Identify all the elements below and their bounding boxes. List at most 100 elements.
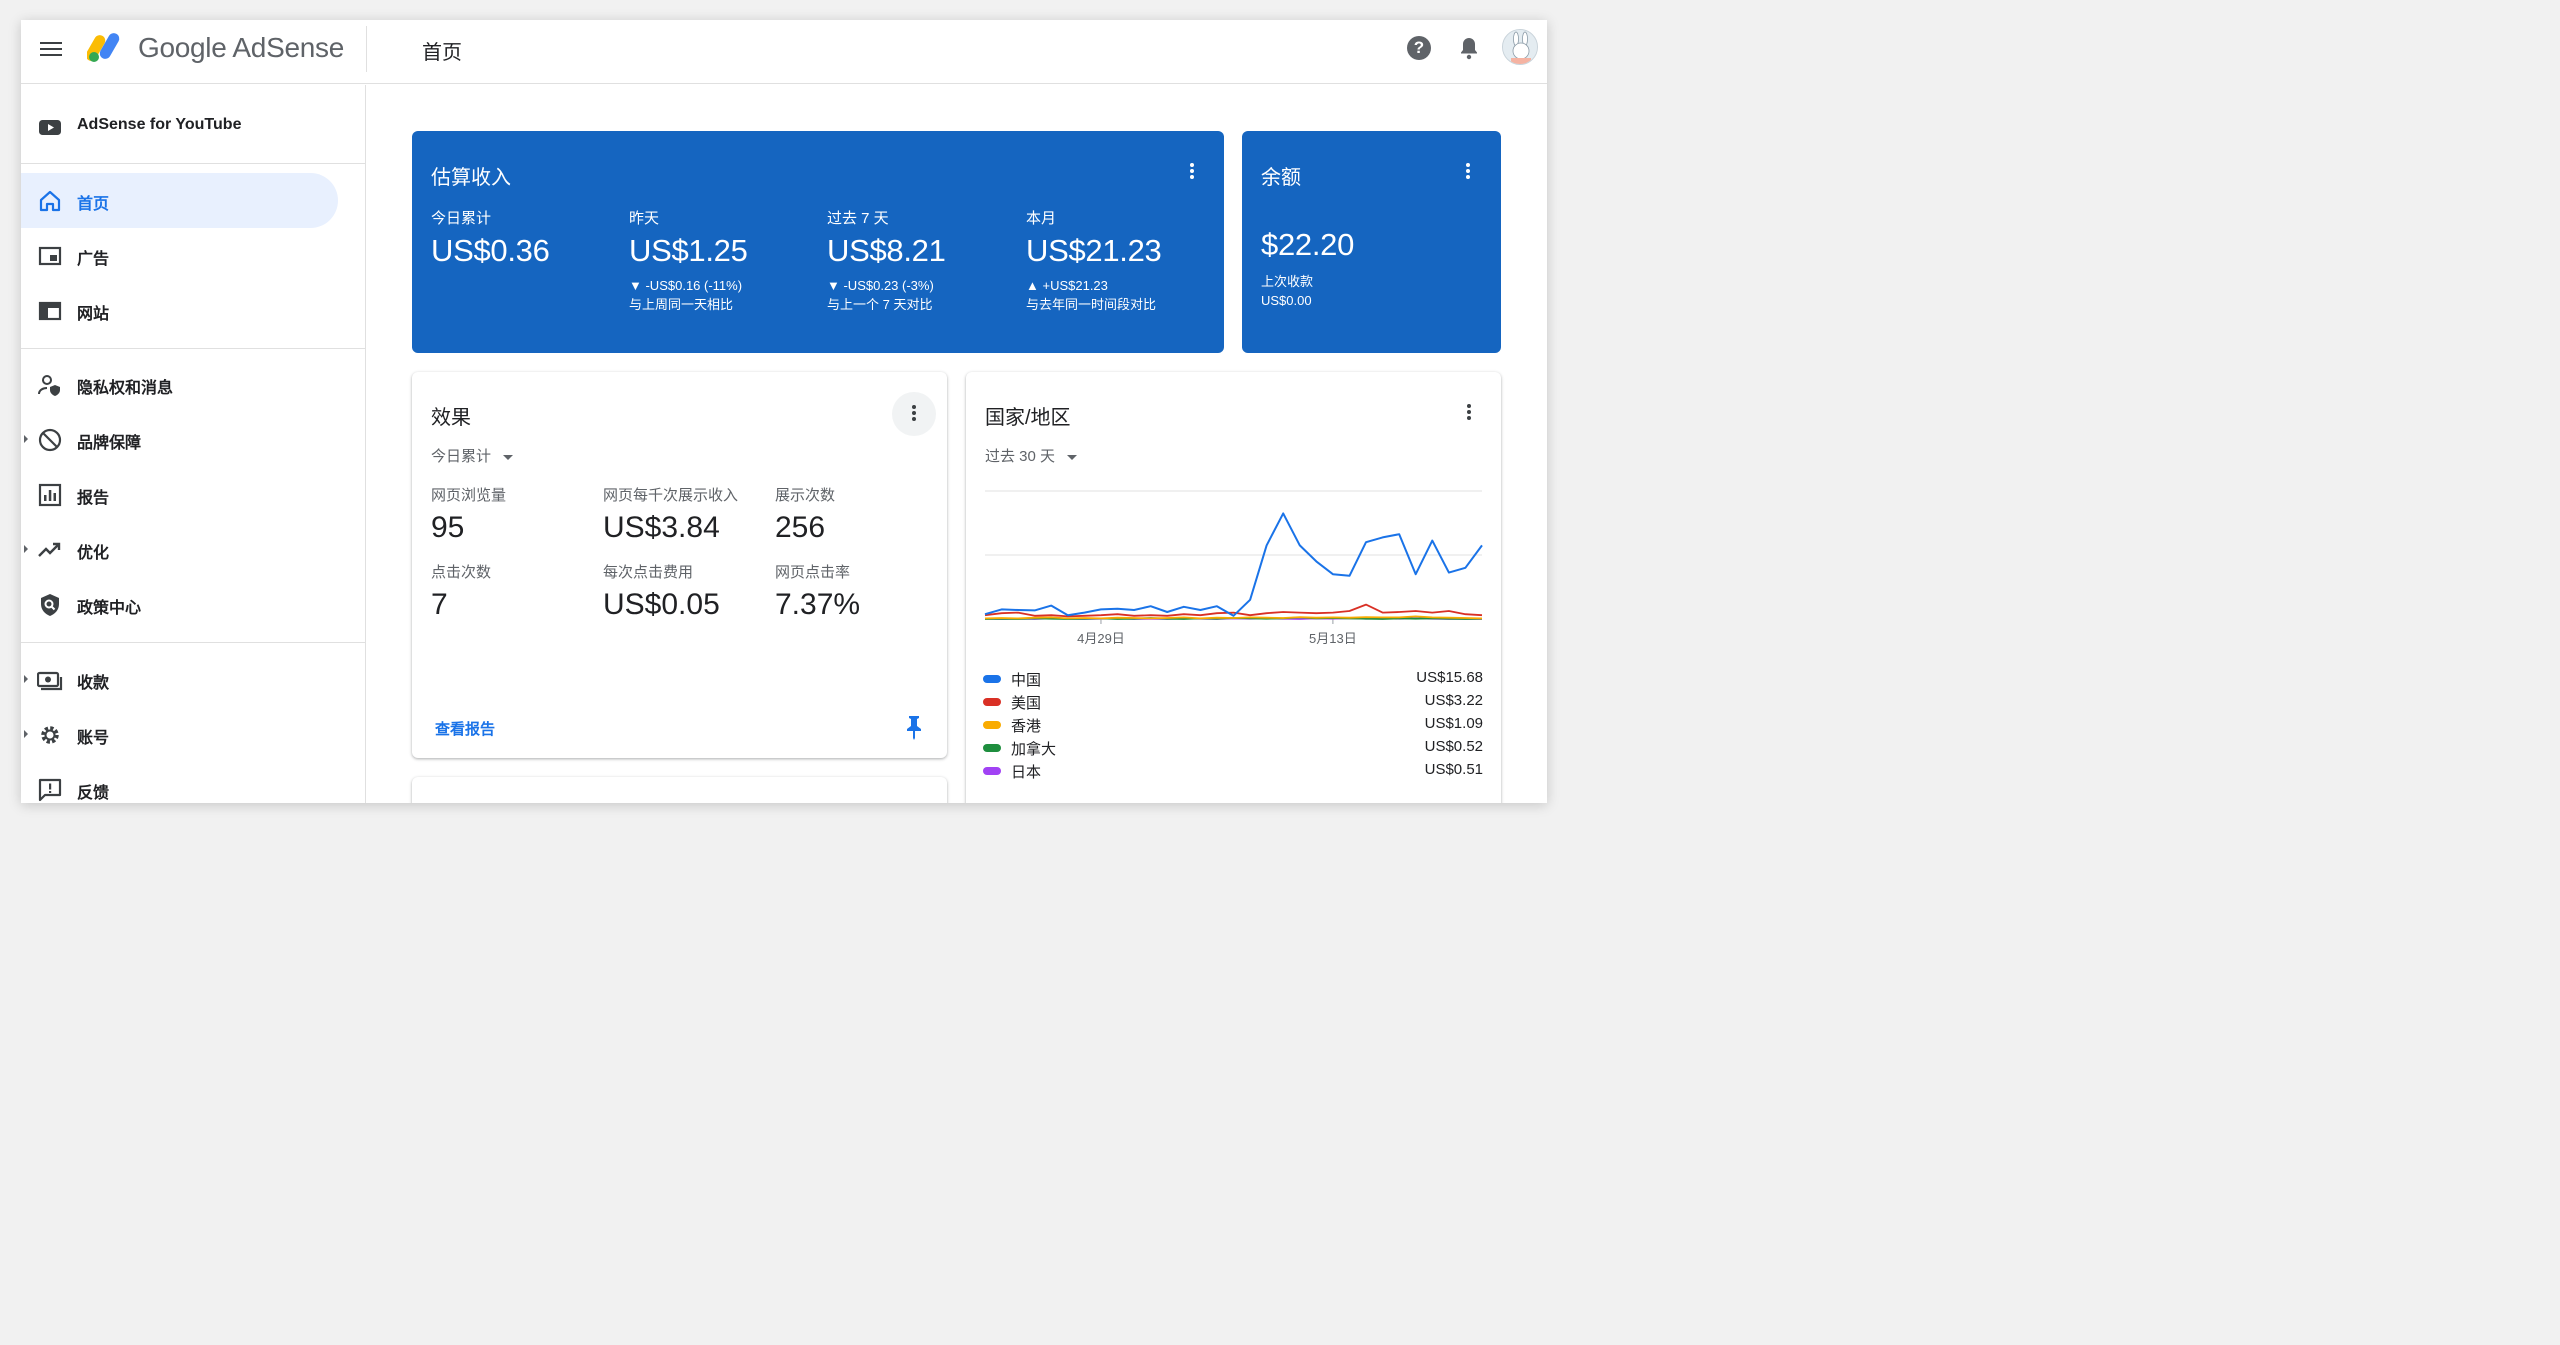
expand-caret-icon	[24, 435, 28, 443]
performance-range-label: 今日累计	[431, 448, 492, 465]
legend-row-japan: 日本 US$0.51	[983, 761, 1483, 781]
top-bar: Google AdSense 首页 ?	[21, 20, 1547, 84]
last7-label: 过去 7 天	[827, 210, 889, 227]
legend-name: 美国	[1011, 695, 1042, 712]
gear-icon	[41, 726, 59, 744]
sidebar-item-privacy-messaging[interactable]: 隐私权和消息	[21, 357, 338, 412]
legend-value: US$1.09	[1424, 715, 1483, 732]
legend-row-canada: 加拿大 US$0.52	[983, 738, 1483, 758]
x-tick-label: 5月13日	[1309, 631, 1357, 646]
account-avatar[interactable]	[1502, 29, 1538, 65]
countries-range-dropdown[interactable]: 过去 30 天	[985, 445, 1078, 466]
performance-card: 效果 今日累计 网页浏览量 95 网页每千次展示收入 US$3.84 展示次数 …	[412, 372, 947, 758]
clicks-label: 点击次数	[431, 564, 492, 581]
last-payment-value: US$0.00	[1261, 293, 1312, 308]
series-line-中国	[984, 512, 1483, 617]
sidebar-item-label: 网站	[77, 306, 110, 323]
countries-more-icon[interactable]	[1457, 402, 1481, 426]
block-icon	[38, 428, 62, 452]
legend-row-china: 中国 US$15.68	[983, 669, 1483, 689]
help-icon[interactable]: ?	[1407, 36, 1431, 60]
last7-change: ▼ -US$0.23 (-3%)	[827, 278, 934, 293]
country-line-chart: 4月29日 5月13日	[984, 490, 1483, 646]
last7-compare: 与上一个 7 天对比	[827, 297, 933, 312]
sidebar-divider	[21, 642, 366, 643]
yesterday-value: US$1.25	[629, 233, 748, 268]
hamburger-menu-icon[interactable]	[38, 38, 64, 64]
balance-more-icon[interactable]	[1456, 161, 1480, 185]
countries-title: 国家/地区	[985, 407, 1071, 429]
sidebar-item-sites[interactable]: 网站	[21, 283, 338, 338]
notification-bell-icon[interactable]	[1457, 35, 1481, 61]
yesterday-compare: 与上周同一天相比	[629, 297, 734, 312]
balance-card: 余额 $22.20 上次收款 US$0.00	[1242, 131, 1501, 353]
legend-swatch	[983, 744, 1001, 752]
sidebar-item-home[interactable]: 首页	[21, 173, 338, 228]
earnings-title: 估算收入	[431, 167, 511, 189]
impressions-label: 展示次数	[775, 487, 836, 504]
performance-more-icon	[902, 403, 926, 427]
legend-row-hongkong: 香港 US$1.09	[983, 715, 1483, 735]
sidebar-item-label: AdSense for YouTube	[77, 116, 242, 133]
expand-caret-icon	[24, 545, 28, 553]
performance-range-dropdown[interactable]: 今日累计	[431, 445, 514, 466]
last-payment-label: 上次收款	[1261, 274, 1314, 289]
payments-icon	[37, 671, 63, 691]
sidebar-divider	[21, 348, 366, 349]
balance-value: $22.20	[1261, 227, 1355, 262]
balance-title: 余额	[1261, 167, 1301, 189]
sidebar-item-brand-safety[interactable]: 品牌保障	[21, 412, 338, 467]
legend-swatch	[983, 675, 1001, 683]
legend-name: 加拿大	[1011, 741, 1057, 758]
pin-icon[interactable]	[904, 714, 924, 740]
sidebar-item-label: 账号	[77, 730, 110, 747]
ads-icon	[38, 246, 62, 266]
month-value: US$21.23	[1026, 233, 1162, 268]
legend-value: US$15.68	[1416, 669, 1483, 686]
sidebar-item-ads[interactable]: 广告	[21, 228, 338, 283]
month-compare: 与去年同一时间段对比	[1026, 297, 1157, 312]
sidebar-item-label: 报告	[77, 490, 110, 507]
today-value: US$0.36	[431, 233, 550, 268]
performance-more-button[interactable]	[892, 392, 936, 436]
sidebar-item-label: 反馈	[77, 785, 110, 802]
legend-swatch	[983, 767, 1001, 775]
month-change: ▲ +US$21.23	[1026, 278, 1108, 293]
legend-value: US$0.52	[1424, 738, 1483, 755]
bar-chart-icon	[38, 483, 62, 507]
last7-value: US$8.21	[827, 233, 946, 268]
sidebar-item-optimization[interactable]: 优化	[21, 522, 338, 577]
sidebar-item-label: 优化	[77, 545, 110, 562]
legend-swatch	[983, 721, 1001, 729]
legend-row-usa: 美国 US$3.22	[983, 692, 1483, 712]
next-card	[412, 777, 947, 803]
page-title: 首页	[422, 42, 462, 64]
person-shield-icon	[38, 375, 60, 396]
countries-range-label: 过去 30 天	[985, 448, 1056, 465]
today-label: 今日累计	[431, 210, 492, 227]
ctr-label: 网页点击率	[775, 564, 851, 581]
dropdown-caret-icon	[1067, 454, 1078, 460]
legend-name: 香港	[1011, 718, 1042, 735]
youtube-icon	[39, 120, 61, 135]
sidebar-item-payments[interactable]: 收款	[21, 652, 338, 707]
view-report-link[interactable]: 查看报告	[435, 718, 495, 739]
sidebar-item-policy-center[interactable]: 政策中心	[21, 577, 338, 632]
clicks-value: 7	[431, 588, 448, 621]
sidebar-item-adsense-youtube[interactable]: AdSense for YouTube	[21, 99, 338, 154]
sidebar-item-label: 品牌保障	[77, 435, 142, 452]
cpc-label: 每次点击费用	[603, 564, 694, 581]
legend-name: 中国	[1011, 672, 1042, 689]
sites-icon	[38, 301, 62, 321]
policy-shield-icon	[41, 594, 59, 616]
sidebar-item-label: 广告	[77, 251, 110, 268]
impressions-value: 256	[775, 511, 826, 544]
estimated-earnings-card: 估算收入 今日累计 US$0.36 昨天 US$1.25 ▼ -US$0.16 …	[412, 131, 1224, 353]
sidebar-item-account[interactable]: 账号	[21, 707, 338, 762]
performance-title: 效果	[431, 407, 471, 429]
expand-caret-icon	[24, 730, 28, 738]
yesterday-change: ▼ -US$0.16 (-11%)	[629, 278, 743, 293]
sidebar-item-feedback[interactable]: 反馈	[21, 762, 338, 803]
sidebar-item-reports[interactable]: 报告	[21, 467, 338, 522]
earnings-more-icon[interactable]	[1180, 161, 1204, 185]
